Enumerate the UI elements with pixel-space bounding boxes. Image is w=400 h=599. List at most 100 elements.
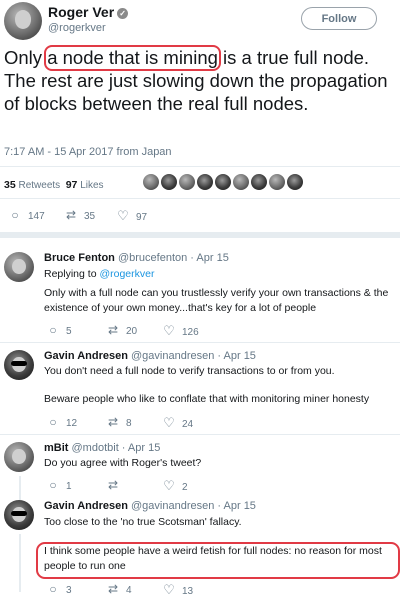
reply-action[interactable]: ○ 12	[46, 415, 77, 429]
like-count: 126	[182, 327, 199, 338]
reply-action[interactable]: ○ 5	[46, 323, 72, 337]
reply-action[interactable]: ○ 147	[8, 208, 45, 222]
retweet-icon[interactable]: ⇄	[106, 582, 120, 596]
like-count: 13	[182, 586, 194, 597]
tweet-text: Only a node that is mining is a true ful…	[4, 46, 396, 115]
reply-avatar[interactable]	[4, 442, 34, 472]
reply-text: Do you agree with Roger's tweet?	[44, 457, 202, 469]
thread-line	[19, 492, 21, 500]
retweet-action[interactable]: ⇄ 4	[106, 582, 132, 596]
reply-text: Only with a full node can you trustlessl…	[44, 287, 389, 314]
author-name[interactable]: Roger Ver ✓	[48, 4, 129, 20]
retweet-icon[interactable]: ⇄	[106, 323, 120, 337]
retweets-label[interactable]: Retweets	[18, 180, 60, 191]
reply-author-name[interactable]: Gavin Andresen	[44, 350, 128, 362]
liker-avatar[interactable]	[197, 174, 213, 190]
retweet-action[interactable]: ⇄	[106, 478, 126, 492]
likes-stat[interactable]: 97 Likes	[66, 179, 104, 191]
highlight-annotation	[36, 542, 400, 579]
reply-author-name[interactable]: Gavin Andresen	[44, 500, 128, 512]
reply-count: 1	[66, 481, 72, 492]
author-avatar[interactable]	[4, 2, 42, 40]
replying-to: Replying to @rogerkver	[44, 267, 394, 282]
highlighted-phrase: a node that is mining	[47, 47, 218, 68]
like-action[interactable]: ♡ 97	[116, 208, 147, 224]
reply-meta[interactable]: @gavinandresen · Apr 15	[131, 500, 256, 512]
liker-avatar[interactable]	[161, 174, 177, 190]
liker-avatar[interactable]	[287, 174, 303, 190]
reply-text-second: Beware people who like to conflate that …	[44, 393, 370, 405]
divider	[0, 342, 400, 343]
likes-label[interactable]: Likes	[80, 180, 103, 191]
reply-count: 5	[66, 326, 72, 337]
retweets-stat[interactable]: 35 Retweets	[4, 179, 60, 191]
heart-icon[interactable]: ♡	[162, 323, 176, 339]
reply-avatar[interactable]	[4, 500, 34, 530]
reply-author-name[interactable]: mBit	[44, 442, 68, 454]
retweet-icon[interactable]: ⇄	[106, 415, 120, 429]
retweet-count: 20	[126, 326, 138, 337]
retweet-icon[interactable]: ⇄	[64, 208, 78, 222]
reply-author[interactable]: Gavin Andresen @gavinandresen · Apr 15	[44, 350, 256, 362]
tweet-text-start: Only	[4, 47, 48, 68]
retweet-count: 8	[126, 418, 132, 429]
liker-avatar[interactable]	[143, 174, 159, 190]
author-name-text[interactable]: Roger Ver	[48, 4, 114, 20]
tweet-timestamp[interactable]: 7:17 AM - 15 Apr 2017 from Japan	[4, 146, 172, 158]
reply-action[interactable]: ○ 3	[46, 582, 71, 596]
reply-text: Too close to the 'no true Scotsman' fall…	[44, 516, 242, 528]
reply-text: You don't need a full node to verify tra…	[44, 365, 335, 377]
reply-meta[interactable]: @gavinandresen · Apr 15	[131, 350, 256, 362]
likes-count[interactable]: 97	[66, 179, 78, 191]
reply-author[interactable]: mBit @mdotbit · Apr 15	[44, 442, 160, 454]
heart-icon[interactable]: ♡	[116, 208, 130, 224]
liker-avatar[interactable]	[233, 174, 249, 190]
verified-badge-icon: ✓	[117, 8, 129, 19]
heart-icon[interactable]: ♡	[162, 415, 176, 431]
retweet-action[interactable]: ⇄ 35	[64, 208, 95, 222]
reply-meta[interactable]: @brucefenton · Apr 15	[118, 252, 229, 264]
like-action[interactable]: ♡ 126	[162, 323, 199, 339]
retweet-action[interactable]: ⇄ 20	[106, 323, 137, 337]
divider	[0, 166, 400, 167]
liker-avatar[interactable]	[269, 174, 285, 190]
heart-icon[interactable]: ♡	[162, 478, 176, 494]
divider	[0, 198, 400, 199]
replying-prefix: Replying to	[44, 268, 100, 280]
liker-avatar[interactable]	[215, 174, 231, 190]
retweet-count: 35	[84, 211, 96, 222]
reply-count: 12	[66, 418, 78, 429]
reply-author-name[interactable]: Bruce Fenton	[44, 252, 115, 264]
like-action[interactable]: ♡ 2	[162, 478, 188, 494]
reply-icon[interactable]: ○	[46, 478, 60, 492]
reply-author[interactable]: Bruce Fenton @brucefenton · Apr 15	[44, 252, 229, 264]
heart-icon[interactable]: ♡	[162, 582, 176, 598]
thread-line	[19, 534, 21, 592]
retweet-icon[interactable]: ⇄	[106, 478, 120, 492]
tweet-stats: 35 Retweets 97 Likes	[4, 179, 104, 191]
reply-icon[interactable]: ○	[46, 323, 60, 337]
reply-icon[interactable]: ○	[46, 582, 60, 596]
liker-avatar[interactable]	[251, 174, 267, 190]
liker-avatar[interactable]	[179, 174, 195, 190]
reply-action[interactable]: ○ 1	[46, 478, 72, 492]
retweet-action[interactable]: ⇄ 8	[106, 415, 132, 429]
like-action[interactable]: ♡ 13	[162, 582, 193, 598]
like-count: 2	[182, 482, 188, 493]
reply-icon[interactable]: ○	[8, 208, 22, 222]
follow-button[interactable]: Follow	[301, 7, 377, 30]
reply-avatar[interactable]	[4, 350, 34, 380]
like-action[interactable]: ♡ 24	[162, 415, 193, 431]
reply-count: 147	[28, 211, 45, 222]
reply-meta[interactable]: @mdotbit · Apr 15	[72, 442, 161, 454]
thread-line	[19, 476, 21, 492]
retweets-count[interactable]: 35	[4, 179, 16, 191]
reply-author[interactable]: Gavin Andresen @gavinandresen · Apr 15	[44, 500, 256, 512]
reply-icon[interactable]: ○	[46, 415, 60, 429]
author-handle[interactable]: @rogerkver	[48, 22, 106, 34]
reply-avatar[interactable]	[4, 252, 34, 282]
replying-handle-link[interactable]: @rogerkver	[99, 268, 154, 280]
divider	[0, 434, 400, 435]
like-count: 24	[182, 419, 194, 430]
retweet-count: 4	[126, 585, 132, 596]
